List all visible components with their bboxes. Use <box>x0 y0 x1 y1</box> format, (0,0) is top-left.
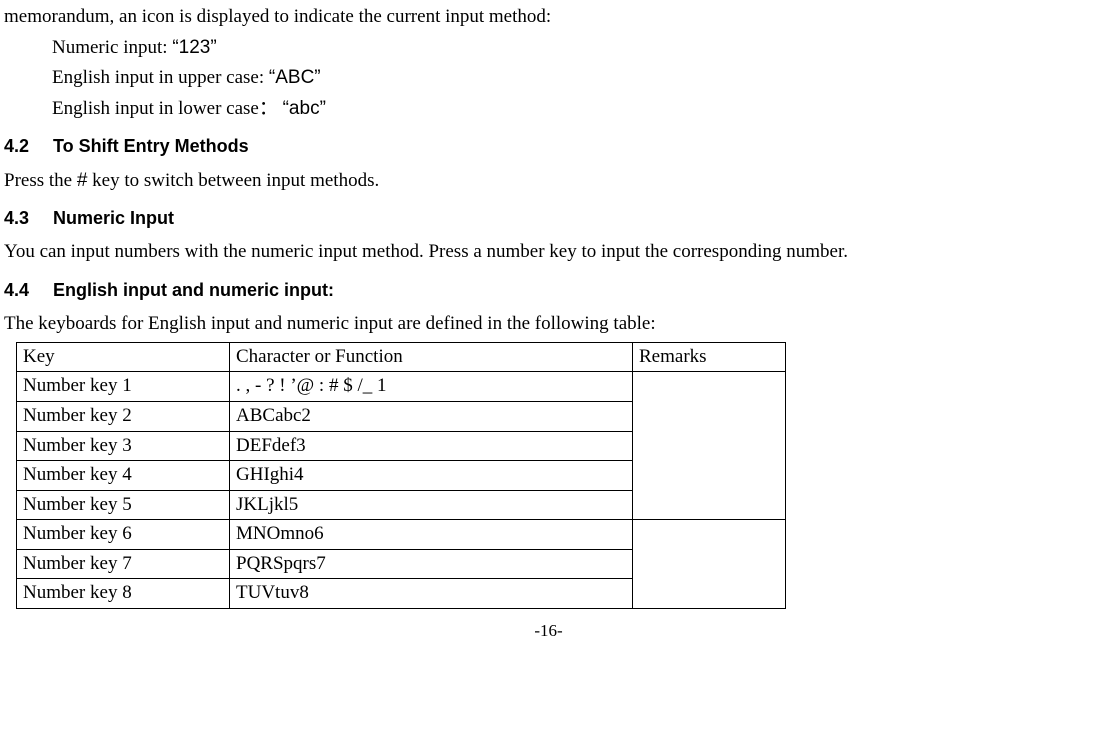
section-num: 4.2 <box>4 134 48 159</box>
hash-key: # <box>77 170 88 191</box>
section-num: 4.4 <box>4 278 48 303</box>
cell-key: Number key 2 <box>17 401 230 431</box>
page-number: -16- <box>4 619 1093 643</box>
cell-key: Number key 7 <box>17 549 230 579</box>
section-4-3-heading: 4.3 Numeric Input <box>4 206 1093 231</box>
cell-char: PQRSpqrs7 <box>230 549 633 579</box>
section-4-4-heading: 4.4 English input and numeric input: <box>4 278 1093 303</box>
lower-input-line: English input in lower case： “abc” <box>4 96 1093 123</box>
section-title: To Shift Entry Methods <box>53 136 249 156</box>
table-header-row: Key Character or Function Remarks <box>17 342 786 372</box>
cell-key: Number key 8 <box>17 579 230 609</box>
cell-key: Number key 5 <box>17 490 230 520</box>
cell-char: ABCabc2 <box>230 401 633 431</box>
body-text: Press the <box>4 170 77 191</box>
lower-label: English input in lower case： <box>52 98 278 119</box>
section-4-2-heading: 4.2 To Shift Entry Methods <box>4 134 1093 159</box>
section-4-3-body: You can input numbers with the numeric i… <box>4 239 1093 266</box>
body-text: key to switch between input methods. <box>87 170 379 191</box>
cell-char: DEFdef3 <box>230 431 633 461</box>
cell-remarks <box>633 520 786 609</box>
section-4-4-body: The keyboards for English input and nume… <box>4 311 1093 338</box>
upper-value: “ABC” <box>269 67 321 88</box>
numeric-input-line: Numeric input: “123” <box>4 35 1093 62</box>
cell-char: JKLjkl5 <box>230 490 633 520</box>
key-table: Key Character or Function Remarks Number… <box>16 342 786 609</box>
section-title: Numeric Input <box>53 208 174 228</box>
header-char: Character or Function <box>230 342 633 372</box>
section-num: 4.3 <box>4 206 48 231</box>
table-row: Number key 6 MNOmno6 <box>17 520 786 550</box>
upper-input-line: English input in upper case: “ABC” <box>4 65 1093 92</box>
cell-char: . , - ? ! ’@ : # $ /_ 1 <box>230 372 633 402</box>
numeric-value: “123” <box>172 37 216 58</box>
numeric-label: Numeric input: <box>52 37 168 58</box>
cell-key: Number key 3 <box>17 431 230 461</box>
cell-key: Number key 1 <box>17 372 230 402</box>
section-title: English input and numeric input: <box>53 280 334 300</box>
lower-value: “abc” <box>283 98 326 119</box>
header-remarks: Remarks <box>633 342 786 372</box>
cell-char: MNOmno6 <box>230 520 633 550</box>
section-4-2-body: Press the # key to switch between input … <box>4 168 1093 195</box>
intro-line: memorandum, an icon is displayed to indi… <box>4 4 1093 31</box>
cell-key: Number key 4 <box>17 461 230 491</box>
table-row: Number key 1 . , - ? ! ’@ : # $ /_ 1 <box>17 372 786 402</box>
upper-label: English input in upper case: <box>52 67 264 88</box>
cell-remarks <box>633 372 786 520</box>
cell-char: TUVtuv8 <box>230 579 633 609</box>
document-page: memorandum, an icon is displayed to indi… <box>4 4 1093 643</box>
header-key: Key <box>17 342 230 372</box>
cell-key: Number key 6 <box>17 520 230 550</box>
cell-char: GHIghi4 <box>230 461 633 491</box>
